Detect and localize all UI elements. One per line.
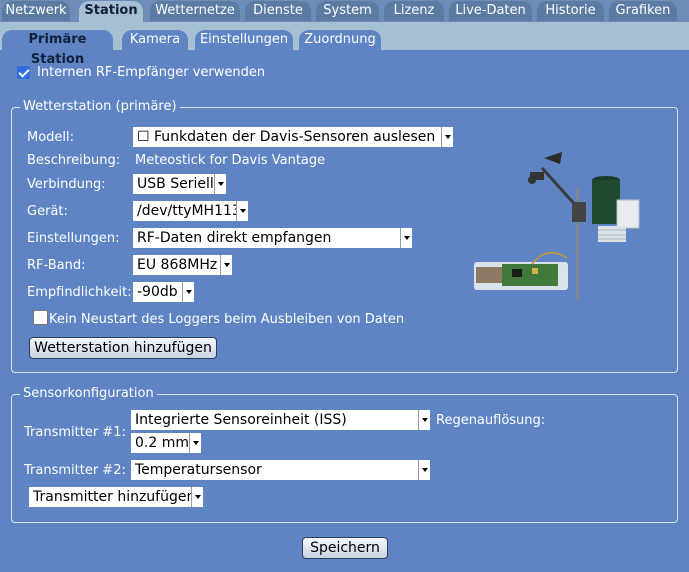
transmitter2-label: Transmitter #2:	[24, 463, 126, 478]
tab-wetternetze[interactable]: Wetternetze	[150, 1, 240, 21]
chevron-down-icon	[220, 255, 232, 275]
subtab-kamera[interactable]: Kamera	[122, 30, 188, 50]
chevron-down-icon	[214, 174, 226, 194]
description-value: Meteostick for Davis Vantage	[135, 153, 326, 168]
device-select[interactable]: /dev/ttyMH113	[133, 201, 248, 221]
settings-label: Einstellungen:	[27, 231, 120, 246]
device-select-value: /dev/ttyMH113	[137, 203, 241, 219]
connection-label: Verbindung:	[27, 177, 106, 192]
no-restart-label: Kein Neustart des Loggers beim Ausbleibe…	[49, 312, 405, 327]
tab-live-daten[interactable]: Live-Daten	[449, 1, 532, 21]
tab-lizenz[interactable]: Lizenz	[384, 1, 444, 21]
rfband-select[interactable]: EU 868MHz	[133, 255, 232, 275]
rf-receiver-label: Internen RF-Empfänger verwenden	[37, 65, 266, 80]
tab-grafiken[interactable]: Grafiken	[609, 1, 677, 21]
chevron-down-icon	[189, 433, 201, 453]
sensitivity-select[interactable]: -90db	[133, 282, 194, 302]
model-select[interactable]: ☐ Funkdaten der Davis-Sensoren auslesen	[133, 127, 453, 147]
sensitivity-label: Empfindlichkeit:	[27, 285, 132, 300]
chevron-down-icon	[441, 127, 453, 147]
tab-netzwerk[interactable]: Netzwerk	[2, 1, 70, 21]
chevron-down-icon	[191, 487, 203, 507]
transmitter1-label: Transmitter #1:	[24, 425, 126, 440]
chevron-down-icon	[418, 460, 430, 480]
add-weather-station-button[interactable]: Wetterstation hinzufügen	[29, 337, 217, 359]
sensor-config-legend: Sensorkonfiguration	[20, 386, 157, 402]
chevron-down-icon	[182, 282, 194, 302]
rf-receiver-checkbox[interactable]	[17, 66, 30, 79]
weather-station-image	[474, 152, 640, 300]
save-button[interactable]: Speichern	[302, 537, 388, 559]
tab-historie[interactable]: Historie	[537, 1, 604, 21]
transmitter2-select[interactable]: Temperatursensor	[131, 460, 430, 480]
transmitter1-select[interactable]: Integrierte Sensoreinheit (ISS)	[131, 410, 430, 430]
chevron-down-icon	[236, 201, 248, 221]
settings-select-value: RF-Daten direkt empfangen	[137, 230, 332, 246]
tab-dienste[interactable]: Dienste	[245, 1, 311, 21]
connection-select[interactable]: USB Seriell	[133, 174, 226, 194]
settings-select[interactable]: RF-Daten direkt empfangen	[133, 228, 412, 248]
tab-station[interactable]: Station	[79, 1, 143, 22]
description-label: Beschreibung:	[27, 153, 121, 168]
add-transmitter-select-value: Transmitter hinzufügen	[33, 489, 196, 505]
connection-select-value: USB Seriell	[137, 176, 214, 192]
rfband-select-value: EU 868MHz	[137, 257, 218, 273]
sensitivity-select-value: -90db	[137, 284, 178, 300]
transmitter1-select-value: Integrierte Sensoreinheit (ISS)	[135, 412, 347, 428]
rain-resolution-select-value: 0.2 mm	[135, 435, 189, 451]
rfband-label: RF-Band:	[27, 258, 86, 273]
chevron-down-icon	[418, 410, 430, 430]
tab-system[interactable]: System	[316, 1, 379, 21]
subtab-einstellungen[interactable]: Einstellungen	[195, 30, 293, 50]
model-select-value: ☐ Funkdaten der Davis-Sensoren auslesen	[137, 129, 436, 145]
rain-resolution-select[interactable]: 0.2 mm	[131, 433, 201, 453]
weather-station-legend: Wetterstation (primäre)	[20, 99, 180, 115]
rain-resolution-label: Regenauflösung:	[436, 413, 546, 428]
transmitter2-select-value: Temperatursensor	[135, 462, 262, 478]
model-label: Modell:	[27, 130, 75, 145]
chevron-down-icon	[400, 228, 412, 248]
subtab-primaere-station[interactable]: Primäre Station	[2, 30, 113, 67]
subtab-zuordnung[interactable]: Zuordnung	[299, 30, 381, 50]
device-label: Gerät:	[27, 204, 68, 219]
add-transmitter-select[interactable]: Transmitter hinzufügen	[29, 487, 203, 507]
no-restart-checkbox[interactable]	[33, 310, 48, 325]
